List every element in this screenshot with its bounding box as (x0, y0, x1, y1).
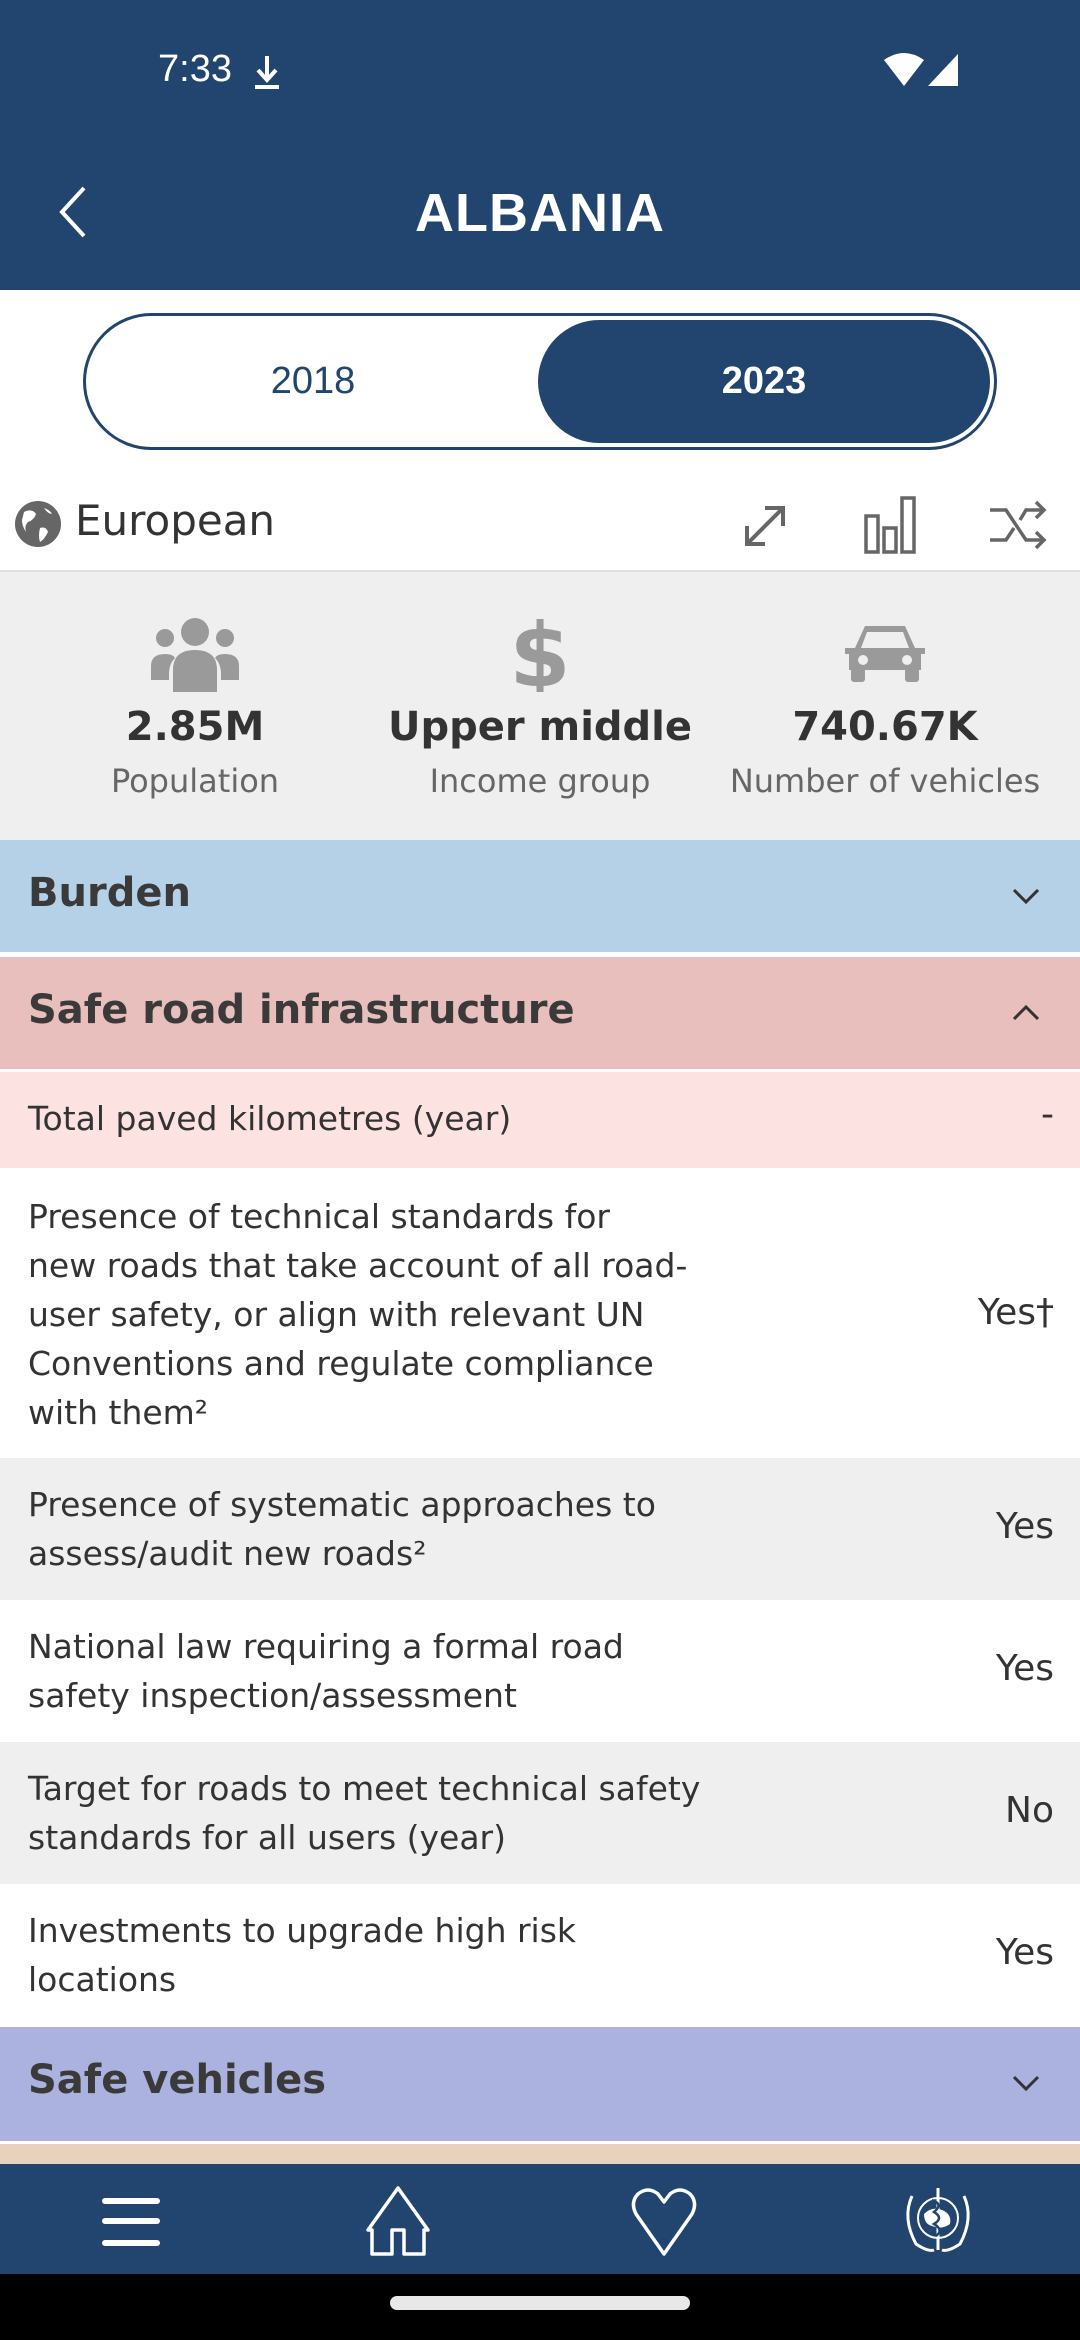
stat-label: Number of vehicles (729, 762, 1041, 800)
stat-value: 2.85M (125, 704, 265, 750)
chevron-up-icon (1012, 1004, 1040, 1021)
indicator-row: Total paved kilometres (year) - (0, 1072, 1080, 1168)
stat-value: Upper middle (387, 704, 693, 750)
indicator-row: Presence of systematic approaches to ass… (0, 1458, 1080, 1600)
section-title: Burden (28, 870, 191, 916)
indicator-value: Yes (995, 1506, 1054, 1547)
region-row: European (0, 480, 1080, 572)
page-title: ALBANIA (415, 183, 665, 243)
country-stats: 2.85M Population $ Upper middle Income g… (0, 572, 1080, 840)
menu-icon[interactable] (92, 2184, 172, 2256)
stat-population: 2.85M Population (15, 572, 375, 840)
bottom-navigation (0, 2164, 1080, 2274)
bar-chart-icon[interactable] (862, 494, 922, 556)
download-icon (255, 56, 279, 89)
people-icon (151, 618, 239, 692)
cell-signal-icon (928, 54, 958, 86)
stat-income-group: $ Upper middle Income group (360, 572, 720, 840)
svg-text:$: $ (509, 614, 570, 692)
region-name: European (75, 496, 276, 545)
section-title: Safe road infrastructure (28, 987, 575, 1033)
dollar-icon: $ (509, 614, 570, 692)
app-bar: ALBANIA (0, 136, 1080, 290)
indicator-value: - (1041, 1094, 1054, 1135)
indicator-row: National law requiring a formal road saf… (0, 1600, 1080, 1742)
indicator-value: Yes† (977, 1292, 1054, 1333)
year-option-2018[interactable]: 2018 (86, 316, 540, 447)
who-emblem-icon[interactable] (898, 2184, 978, 2256)
stat-value: 740.67K (792, 704, 978, 750)
section-burden-header[interactable]: Burden (0, 840, 1080, 952)
indicator-label: Total paved kilometres (year) (28, 1099, 512, 1138)
status-bar: 7:33 (0, 0, 1080, 136)
indicator-label: Presence of systematic approaches to ass… (28, 1485, 656, 1573)
stat-vehicles: 740.67K Number of vehicles (705, 572, 1065, 840)
indicator-label: Presence of technical standards for new … (28, 1197, 688, 1432)
heart-icon[interactable] (624, 2184, 704, 2256)
globe-icon (15, 501, 61, 547)
expand-icon[interactable] (735, 494, 795, 556)
section-title: Safe vehicles (28, 2057, 327, 2103)
indicator-row: Presence of technical standards for new … (0, 1168, 1080, 1458)
indicator-row: Target for roads to meet technical safet… (0, 1742, 1080, 1884)
home-icon[interactable] (358, 2184, 438, 2256)
indicator-label: Target for roads to meet technical safet… (28, 1769, 701, 1857)
indicator-label: National law requiring a formal road saf… (28, 1627, 624, 1715)
indicator-value: Yes (995, 1932, 1054, 1973)
chevron-down-icon (1012, 2075, 1040, 2092)
chevron-down-icon (1012, 888, 1040, 905)
next-section-peek[interactable] (0, 2144, 1080, 2164)
shuffle-icon[interactable] (988, 494, 1048, 556)
indicator-label: Investments to upgrade high risk locatio… (28, 1911, 577, 1999)
stat-label: Population (110, 762, 280, 800)
section-safe-road-infrastructure-header[interactable]: Safe road infrastructure (0, 957, 1080, 1069)
indicator-value: Yes (995, 1648, 1054, 1689)
status-time: 7:33 (158, 48, 232, 90)
car-icon (845, 626, 925, 682)
indicator-value: No (1005, 1790, 1054, 1831)
year-option-2023-selected[interactable]: 2023 (538, 320, 990, 443)
section-safe-vehicles-header[interactable]: Safe vehicles (0, 2027, 1080, 2141)
home-gesture-handle[interactable] (390, 2296, 690, 2310)
indicator-row: Investments to upgrade high risk locatio… (0, 1884, 1080, 2026)
stat-label: Income group (429, 762, 651, 800)
year-toggle: 2018 2023 (83, 313, 997, 450)
system-navigation-bar (0, 2274, 1080, 2340)
wifi-icon (884, 53, 924, 86)
